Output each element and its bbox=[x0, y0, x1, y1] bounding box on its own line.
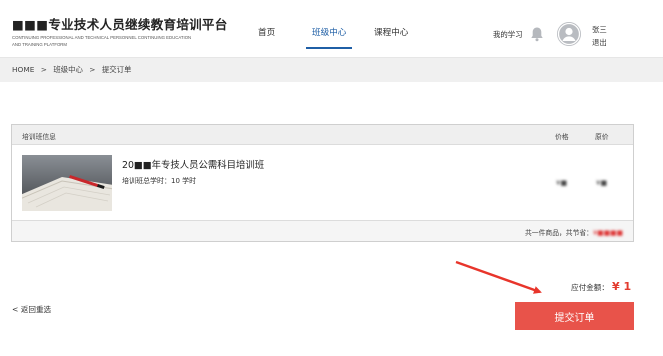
bell-icon[interactable] bbox=[530, 26, 544, 42]
breadcrumb-home[interactable]: HOME bbox=[12, 65, 34, 74]
item-original-price: ¥■ bbox=[596, 179, 608, 187]
breadcrumb-separator: > bbox=[40, 65, 47, 74]
payable-label: 应付金额： bbox=[571, 283, 609, 292]
order-table-header: 培训班信息 价格 原价 bbox=[12, 125, 633, 145]
logo-subtitle-line-1: CONTINUING PROFESSIONAL AND TECHNICAL PE… bbox=[12, 35, 192, 40]
user-icon bbox=[557, 22, 581, 46]
course-thumbnail bbox=[22, 155, 112, 211]
nav-course-center[interactable]: 课程中心 bbox=[374, 26, 408, 38]
item-price: ¥■ bbox=[556, 179, 568, 187]
column-header-class-info: 培训班信息 bbox=[22, 133, 56, 141]
order-item-row: 20■■年专技人员公需科目培训班 培训班总学时：10 学时 ¥■ ¥■ bbox=[12, 145, 633, 221]
column-header-original-price: 原价 bbox=[595, 133, 609, 141]
summary-label: 共一件商品，共节省： bbox=[525, 229, 593, 237]
order-summary: 共一件商品，共节省：¥■■■■ bbox=[12, 221, 633, 241]
submit-order-button[interactable]: 提交订单 bbox=[515, 302, 634, 330]
breadcrumb-current: 提交订单 bbox=[101, 65, 132, 74]
course-total-hours: 培训班总学时：10 学时 bbox=[122, 177, 197, 185]
breadcrumb-class-center[interactable]: 班级中心 bbox=[53, 65, 83, 74]
nav-active-indicator bbox=[306, 47, 352, 49]
site-logo[interactable]: ■■■专业技术人员继续教育培训平台 CONTINUING PROFESSIONA… bbox=[12, 14, 228, 48]
summary-saving: ¥■■■■ bbox=[592, 229, 623, 237]
breadcrumb: HOME > 班级中心 > 提交订单 bbox=[12, 64, 135, 75]
payable-value: ¥ 1 bbox=[611, 280, 632, 293]
column-header-price: 价格 bbox=[555, 133, 569, 141]
breadcrumb-separator: > bbox=[89, 65, 96, 74]
order-summary-text: 共一件商品，共节省：¥■■■■ bbox=[525, 227, 623, 237]
course-title[interactable]: 20■■年专技人员公需科目培训班 bbox=[122, 157, 264, 171]
my-study-link[interactable]: 我的学习 bbox=[493, 29, 523, 40]
user-name: 张三 bbox=[592, 25, 607, 34]
nav-class-center[interactable]: 班级中心 bbox=[312, 26, 346, 38]
logout-link[interactable]: 退出 bbox=[592, 37, 607, 48]
payable-amount: 应付金额： ¥ 1 bbox=[571, 280, 631, 293]
logo-title: ■■■专业技术人员继续教育培训平台 bbox=[12, 17, 228, 32]
top-header: ■■■专业技术人员继续教育培训平台 CONTINUING PROFESSIONA… bbox=[0, 0, 663, 58]
back-reselect-link[interactable]: < 返回重选 bbox=[12, 304, 51, 315]
nav-home[interactable]: 首页 bbox=[258, 26, 275, 38]
logo-subtitle-line-2: AND TRAINING PLATFORM bbox=[12, 42, 67, 48]
order-table: 培训班信息 价格 原价 20■■年专技人员公需科目培训班 培训班总学时：10 学… bbox=[11, 124, 634, 242]
avatar[interactable] bbox=[557, 22, 581, 46]
